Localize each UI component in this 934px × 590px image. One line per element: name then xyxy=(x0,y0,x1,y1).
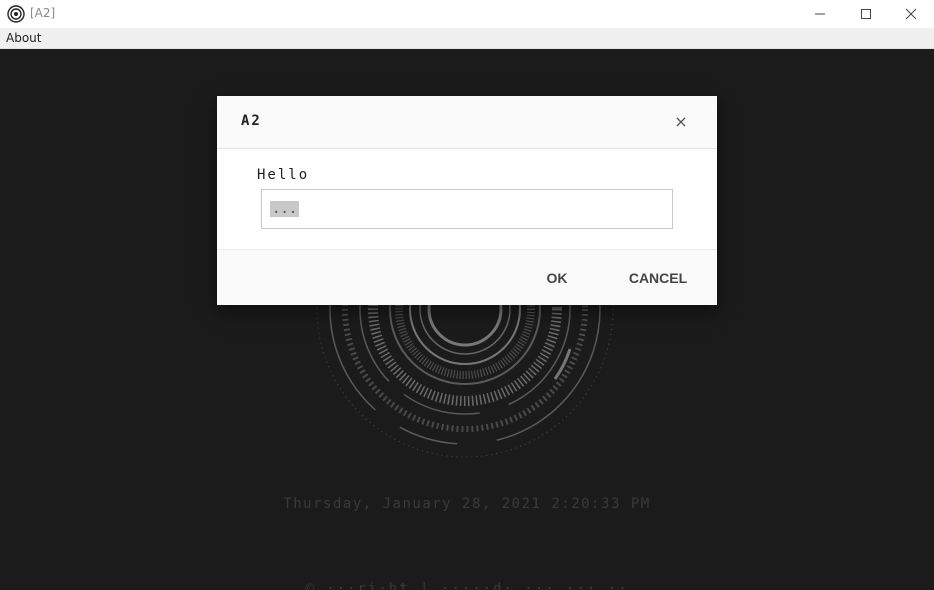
minimize-button[interactable] xyxy=(797,0,843,28)
cancel-button[interactable]: CANCEL xyxy=(625,262,691,294)
close-icon xyxy=(905,8,917,20)
menu-bar: About xyxy=(0,28,934,49)
menu-item-about[interactable]: About xyxy=(6,31,41,45)
window-close-button[interactable] xyxy=(888,0,934,28)
dialog-title: A2 xyxy=(241,113,262,129)
input-value: ... xyxy=(270,201,300,217)
dialog-footer: OK CANCEL xyxy=(217,249,717,305)
maximize-icon xyxy=(861,9,871,19)
title-bar: [A2] xyxy=(0,0,934,28)
prompt-input[interactable]: ... xyxy=(261,189,673,229)
dialog-close-button[interactable]: × xyxy=(669,110,693,134)
app-logo-icon xyxy=(7,5,25,23)
footer-text: © ···ri·ht | ·····d· ··· ··· ·· xyxy=(305,581,629,590)
datetime-display: Thursday, January 28, 2021 2:20:33 PM xyxy=(283,496,651,512)
dialog-body: Hello ... xyxy=(217,149,717,250)
window-title: [A2] xyxy=(30,6,56,20)
minimize-icon xyxy=(815,13,825,15)
dialog-header: A2 × xyxy=(217,96,717,149)
prompt-dialog: A2 × Hello ... OK CANCEL xyxy=(217,96,717,305)
maximize-button[interactable] xyxy=(843,0,889,28)
ok-button[interactable]: OK xyxy=(537,262,577,294)
prompt-label: Hello xyxy=(257,167,310,183)
